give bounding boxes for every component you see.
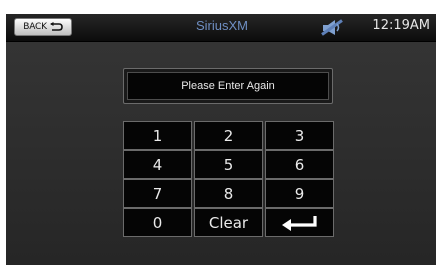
key-4[interactable]: 4: [123, 150, 192, 179]
key-1[interactable]: 1: [123, 121, 192, 150]
key-9[interactable]: 9: [265, 179, 334, 208]
return-arrow-icon: [49, 22, 63, 31]
key-2[interactable]: 2: [194, 121, 263, 150]
prompt-display: Please Enter Again: [123, 68, 333, 104]
key-5[interactable]: 5: [194, 150, 263, 179]
key-6[interactable]: 6: [265, 150, 334, 179]
enter-return-icon: [281, 215, 317, 231]
code-entry-panel: Please Enter Again 1 2 3 4 5 6 7 8 9 0 C…: [6, 42, 436, 265]
back-button[interactable]: BACK: [14, 18, 72, 36]
key-3[interactable]: 3: [265, 121, 334, 150]
keypad: 1 2 3 4 5 6 7 8 9 0 Clear: [123, 121, 334, 239]
top-bar: BACK SiriusXM 12:19AM: [6, 14, 436, 42]
enter-button[interactable]: [265, 208, 334, 237]
key-7[interactable]: 7: [123, 179, 192, 208]
mute-speaker-icon: [321, 19, 343, 36]
back-label: BACK: [23, 22, 47, 32]
key-0[interactable]: 0: [123, 208, 192, 237]
app-title: SiriusXM: [195, 18, 248, 33]
clear-button[interactable]: Clear: [194, 208, 263, 237]
clock: 12:19AM: [372, 18, 430, 33]
key-8[interactable]: 8: [194, 179, 263, 208]
radio-screen: BACK SiriusXM 12:19AM Please Enter Again…: [6, 14, 436, 265]
